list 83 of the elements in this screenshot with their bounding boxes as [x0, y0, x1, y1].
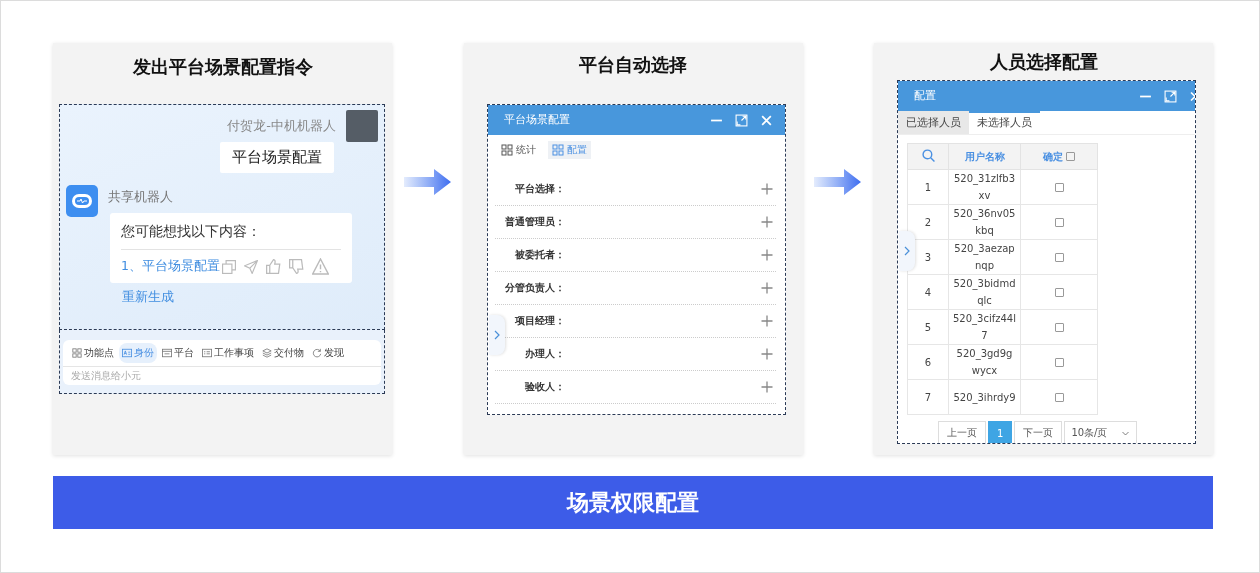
card-title: 人员选择配置 [988, 50, 1099, 74]
toolbar-chip[interactable]: 平台 [159, 343, 197, 363]
dialog-title: 平台场景配置 [503, 113, 571, 127]
row-number: 4 [907, 274, 949, 310]
page-size-select[interactable]: 10条/页 [1064, 421, 1138, 443]
bot-name: 共享机器人 [108, 188, 173, 206]
table-cell: 520_31zlfb3xv [948, 169, 1021, 205]
dialog-title: 配置 [914, 89, 937, 103]
reply-text: 您可能想找以下内容： [121, 223, 341, 250]
field-label: 分管负责人： [503, 281, 565, 295]
suggestion-link[interactable]: 1、平台场景配置 [121, 258, 220, 275]
field-label: 项目经理： [513, 314, 565, 328]
grid-icon [551, 144, 564, 156]
table-cell: 520_3bidmdqlc [948, 274, 1021, 310]
field-label: 验收人： [523, 380, 565, 394]
row-number: 5 [907, 309, 949, 345]
field-label: 普通管理员： [503, 215, 565, 229]
grid-icon [72, 348, 82, 358]
toolbar-chip[interactable]: 交付物 [259, 343, 307, 363]
search-icon [921, 149, 935, 162]
message-input[interactable]: 发送消息给小元 [63, 367, 381, 385]
arrow-icon [403, 168, 452, 196]
checkbox[interactable] [1054, 288, 1064, 297]
plus-icon [760, 315, 773, 327]
field-label: 办理人： [523, 347, 565, 361]
expand-tab[interactable] [488, 315, 505, 355]
thumbs-up-icon [265, 259, 281, 274]
column-header: 确定 [1043, 149, 1063, 164]
prev-page-button[interactable]: 上一页 [938, 421, 986, 443]
card-title: 平台自动选择 [578, 53, 688, 77]
send-icon [243, 259, 258, 274]
checkbox[interactable] [1054, 183, 1064, 192]
checkbox[interactable] [1066, 152, 1075, 161]
maximize-icon [734, 113, 748, 127]
warning-icon [311, 258, 329, 275]
user-name: 付贺龙-中机机器人 [227, 117, 336, 135]
field-label: 被委托者： [513, 248, 565, 262]
field-label: 平台选择： [513, 182, 565, 196]
table-cell: 520_3gd9gwycx [948, 344, 1021, 380]
screen-icon [162, 348, 172, 358]
copy-icon [221, 259, 236, 274]
checkbox[interactable] [1054, 218, 1064, 227]
id-card-icon [122, 348, 132, 358]
card-title: 发出平台场景配置指令 [131, 55, 314, 79]
expand-tab[interactable] [899, 231, 915, 271]
toolbar-chip[interactable]: 功能点 [69, 343, 117, 363]
table-cell: 520_3ihrdy9 [948, 379, 1021, 415]
table-cell: 520_36nv05kbq [948, 204, 1021, 240]
tab[interactable]: 统计 [496, 141, 540, 159]
row-number: 7 [907, 379, 949, 415]
maximize-icon [1164, 89, 1177, 103]
plus-icon [760, 282, 773, 294]
row-number: 6 [907, 344, 949, 380]
next-page-button[interactable]: 下一页 [1014, 421, 1063, 443]
plus-icon [760, 216, 773, 228]
arrow-icon [814, 168, 863, 196]
search-header[interactable] [907, 143, 949, 170]
checkbox[interactable] [1054, 393, 1064, 402]
thumbs-down-icon [288, 259, 304, 274]
table-cell: 520_3aezapnqp [948, 239, 1021, 275]
plus-icon [760, 183, 773, 195]
chevron-right-icon [903, 246, 911, 256]
list-icon [202, 348, 212, 358]
photo-placeholder [346, 110, 378, 142]
refresh-icon [312, 348, 322, 358]
plus-icon [760, 249, 773, 261]
chevron-right-icon [492, 330, 501, 340]
user-message: 平台场景配置 [220, 142, 334, 173]
row-number: 1 [907, 169, 949, 205]
column-header: 用户名称 [948, 143, 1021, 170]
plus-icon [760, 381, 773, 393]
table-cell: 520_3cifz44l7 [948, 309, 1021, 345]
toolbar-chip[interactable]: 发现 [309, 343, 347, 363]
robot-icon [66, 185, 98, 217]
checkbox[interactable] [1054, 323, 1064, 332]
checkbox[interactable] [1054, 253, 1064, 262]
tab[interactable]: 已选择人员 [898, 111, 969, 134]
grid-icon [500, 144, 513, 156]
banner: 场景权限配置 [53, 476, 1213, 529]
layers-icon [262, 348, 272, 358]
checkbox[interactable] [1054, 358, 1064, 367]
plus-icon [760, 348, 773, 360]
toolbar-chip[interactable]: 工作事项 [199, 343, 257, 363]
